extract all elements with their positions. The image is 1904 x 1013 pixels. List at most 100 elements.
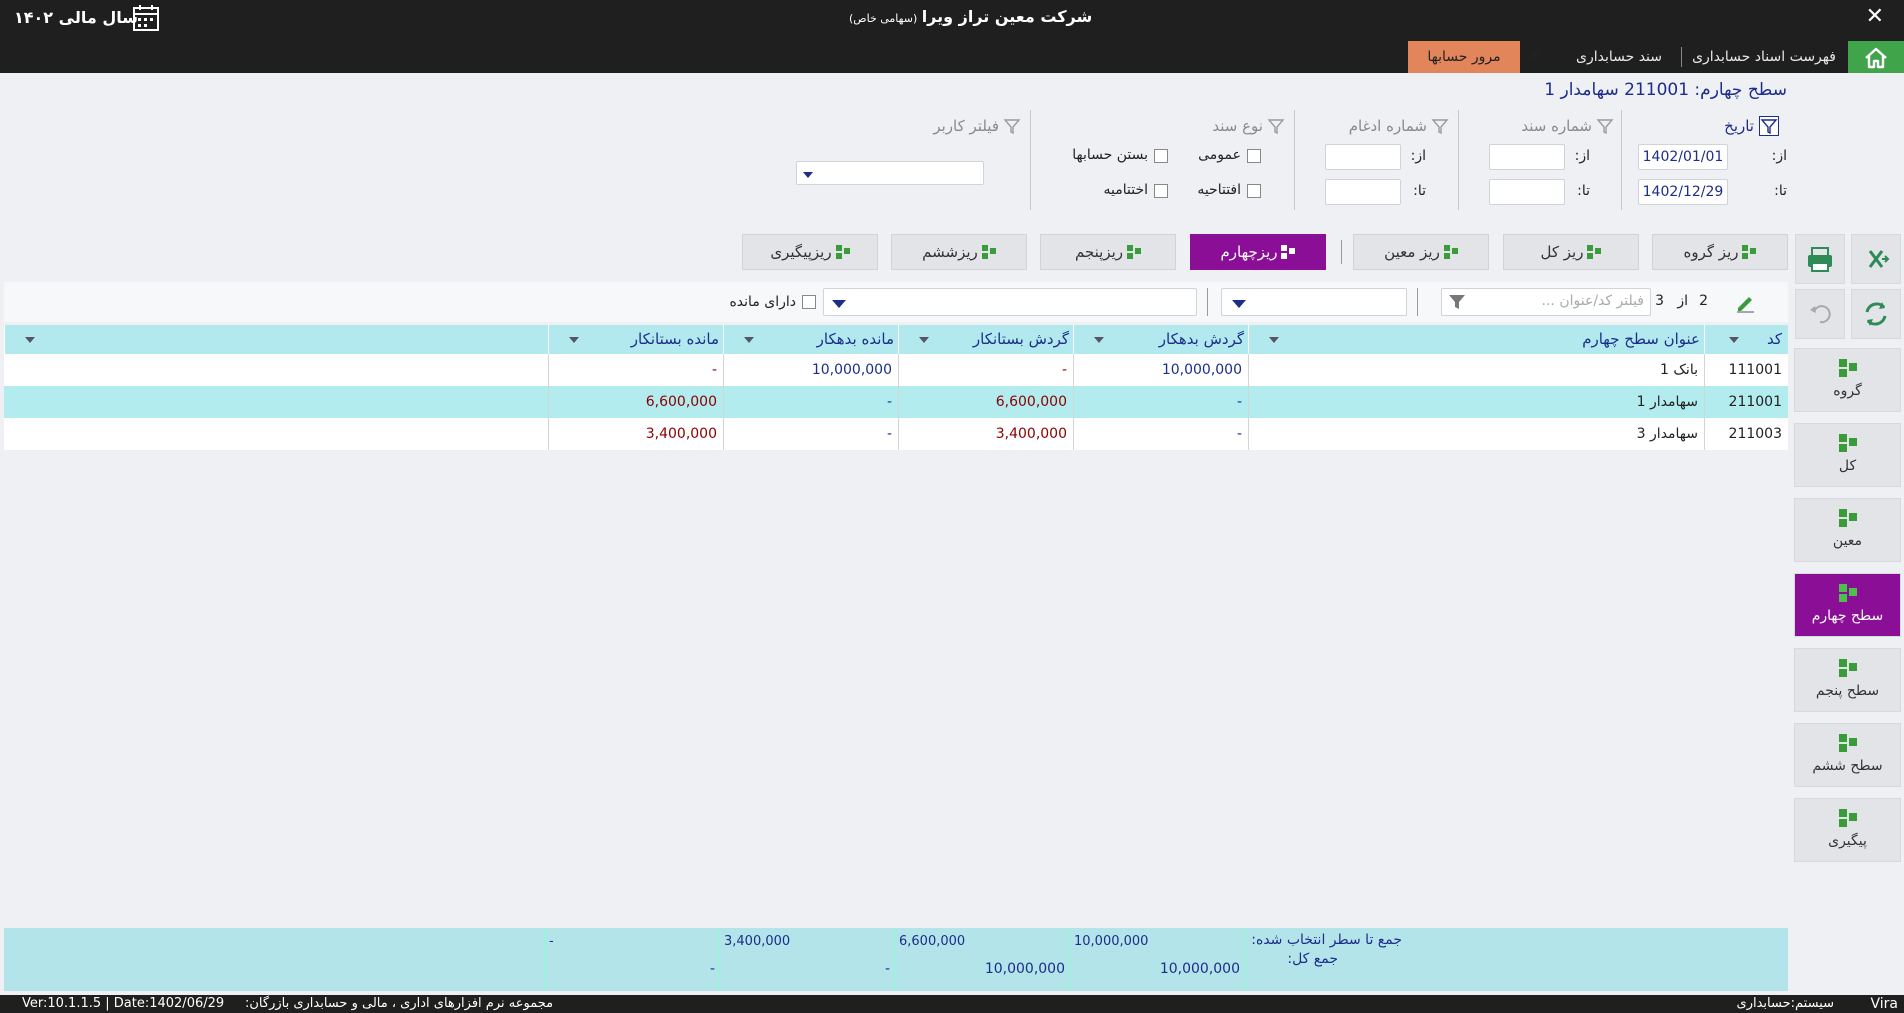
- date-to-input[interactable]: 1402/12/29: [1638, 179, 1728, 205]
- cell-code: 211001: [1704, 386, 1788, 418]
- refresh-button[interactable]: [1851, 289, 1901, 339]
- subtab-tracking-detail[interactable]: ریزپیگیری: [742, 234, 878, 270]
- cell-credit-balance: 3,400,000: [548, 418, 723, 450]
- column-header-debit-balance[interactable]: مانده بدهکار: [723, 325, 898, 354]
- undo-button[interactable]: [1795, 289, 1845, 339]
- filter-icon[interactable]: [1596, 117, 1614, 135]
- table-row[interactable]: 111001 بانک 1 10,000,000 - 10,000,000 -: [4, 354, 1788, 386]
- opening-checkbox[interactable]: [1247, 184, 1261, 198]
- home-icon: [1865, 47, 1887, 69]
- chevron-down-icon: [25, 337, 35, 343]
- side-button-level5[interactable]: سطح پنجم: [1794, 648, 1901, 712]
- merge-number-to-input[interactable]: [1325, 179, 1401, 205]
- table-row[interactable]: 211001 سهامدار 1 - 6,600,000 - 6,600,000: [4, 386, 1788, 418]
- column-select[interactable]: [1221, 288, 1407, 316]
- subtab-level6-detail[interactable]: ریزششم: [891, 234, 1027, 270]
- side-button-subsidiary[interactable]: معین: [1794, 498, 1901, 562]
- cell-code: 211003: [1704, 418, 1788, 450]
- print-button[interactable]: [1795, 234, 1845, 284]
- column-header-credit-turnover[interactable]: گردش بستانکار: [898, 325, 1073, 354]
- subtab-label: ریز معین: [1384, 243, 1440, 261]
- column-header-code[interactable]: کد: [1704, 325, 1788, 354]
- merge-number-to-label: تا:: [1413, 183, 1426, 199]
- merge-number-from-input[interactable]: [1325, 144, 1401, 170]
- value-select[interactable]: [823, 288, 1197, 316]
- side-button-level4[interactable]: سطح چهارم: [1794, 573, 1901, 637]
- cell-title: بانک 1: [1248, 354, 1704, 386]
- total-credit-balance: -: [709, 961, 715, 977]
- tab-accounting-document[interactable]: سند حسابداری: [1560, 41, 1678, 73]
- date-from-input[interactable]: 1402/01/01: [1638, 144, 1728, 170]
- subtab-group-detail[interactable]: ریز گروه: [1652, 234, 1788, 270]
- doc-number-from-label: از:: [1574, 148, 1590, 164]
- column-header-credit-balance[interactable]: مانده بستانکار: [548, 325, 723, 354]
- general-checkbox[interactable]: [1247, 149, 1261, 163]
- subtab-general-detail[interactable]: ریز کل: [1503, 234, 1639, 270]
- subtab-label: ریز گروه: [1683, 243, 1739, 261]
- home-button[interactable]: [1848, 41, 1904, 73]
- tree-icon: [835, 245, 850, 259]
- subtab-level5-detail[interactable]: ریزپنجم: [1040, 234, 1176, 270]
- column-header-extra[interactable]: [4, 325, 548, 354]
- tab-account-review[interactable]: مرور حسابها: [1408, 41, 1520, 73]
- fiscal-year[interactable]: سال مالی ۱۴۰۲: [14, 8, 138, 27]
- closing-checkbox[interactable]: [1154, 184, 1168, 198]
- totals-footer: جمع تا سطر انتخاب شده: جمع کل: 10,000,00…: [4, 928, 1788, 991]
- subtab-subsidiary-detail[interactable]: ریز معین: [1353, 234, 1489, 270]
- filter-icon[interactable]: [1431, 117, 1449, 135]
- subtab-label: ریز کل: [1540, 243, 1584, 261]
- side-button-group[interactable]: گروه: [1794, 348, 1901, 412]
- chevron-down-icon: [1269, 337, 1279, 343]
- system-label: سیستم:حسابداری: [1736, 996, 1834, 1011]
- tree-icon: [1127, 245, 1142, 259]
- suite-label: مجموعه نرم افزارهای اداری ، مالی و حسابد…: [245, 996, 554, 1011]
- chevron-down-icon: [1729, 337, 1739, 343]
- filter-icon[interactable]: [1759, 116, 1779, 136]
- divider: [894, 928, 895, 991]
- close-icon[interactable]: ✕: [1866, 4, 1884, 29]
- tree-icon: [1281, 245, 1296, 259]
- chevron-down-icon: [1232, 300, 1246, 308]
- status-bar: Vira سیستم:حسابداری مجموعه نرم افزارهای …: [0, 995, 1904, 1013]
- excel-export-button[interactable]: [1851, 234, 1901, 284]
- table-row[interactable]: 211003 سهامدار 3 - 3,400,000 - 3,400,000: [4, 418, 1788, 450]
- side-button-general[interactable]: کل: [1794, 423, 1901, 487]
- column-header-debit-turnover[interactable]: گردش بدهکار: [1073, 325, 1248, 354]
- divider: [1458, 110, 1459, 210]
- filter-icon[interactable]: [1003, 117, 1021, 135]
- tab-document-list[interactable]: فهرست اسناد حسابداری: [1688, 41, 1840, 73]
- user-filter-select[interactable]: [796, 161, 984, 185]
- column-header-title[interactable]: عنوان سطح چهارم: [1248, 325, 1704, 354]
- page-current: 2: [1699, 293, 1708, 309]
- cell-credit-turnover: 6,600,000: [898, 386, 1073, 418]
- subtab-level4-detail[interactable]: ریزچهارم: [1190, 234, 1326, 270]
- tree-icon: [981, 245, 996, 259]
- opening-label: افتتاحیه: [1197, 182, 1241, 198]
- cell-debit-turnover: 10,000,000: [1073, 354, 1248, 386]
- header-label: گردش بدهکار: [1158, 330, 1244, 348]
- header-label: مانده بستانکار: [630, 330, 719, 348]
- total-debit-balance: -: [884, 961, 890, 977]
- tree-icon: [1838, 359, 1857, 377]
- cell-code: 111001: [1704, 354, 1788, 386]
- has-balance-checkbox[interactable]: [802, 295, 816, 309]
- tab-close-icon[interactable]: ✕: [1529, 46, 1542, 65]
- search-input[interactable]: فیلتر کد/عنوان ...: [1441, 288, 1651, 316]
- divider: [1294, 110, 1295, 210]
- closing-accounts-checkbox[interactable]: [1154, 149, 1168, 163]
- doc-type-filter-label: نوع سند: [1212, 117, 1263, 135]
- doc-number-from-input[interactable]: [1489, 144, 1565, 170]
- chevron-down-icon: [919, 337, 929, 343]
- company-title: شرکت معین تراز ویرا (سهامی خاص): [849, 7, 1092, 26]
- cell-credit-turnover: 3,400,000: [898, 418, 1073, 450]
- side-button-tracking[interactable]: پیگیری: [1794, 798, 1901, 862]
- undo-icon: [1810, 305, 1831, 324]
- page-total: 3: [1655, 293, 1664, 309]
- side-button-level6[interactable]: سطح ششم: [1794, 723, 1901, 787]
- chevron-down-icon: [1094, 337, 1104, 343]
- filter-icon[interactable]: [1267, 117, 1285, 135]
- edit-icon[interactable]: [1734, 291, 1756, 313]
- merge-number-from-label: از:: [1410, 148, 1426, 164]
- selected-credit-balance: -: [549, 934, 554, 949]
- doc-number-to-input[interactable]: [1489, 179, 1565, 205]
